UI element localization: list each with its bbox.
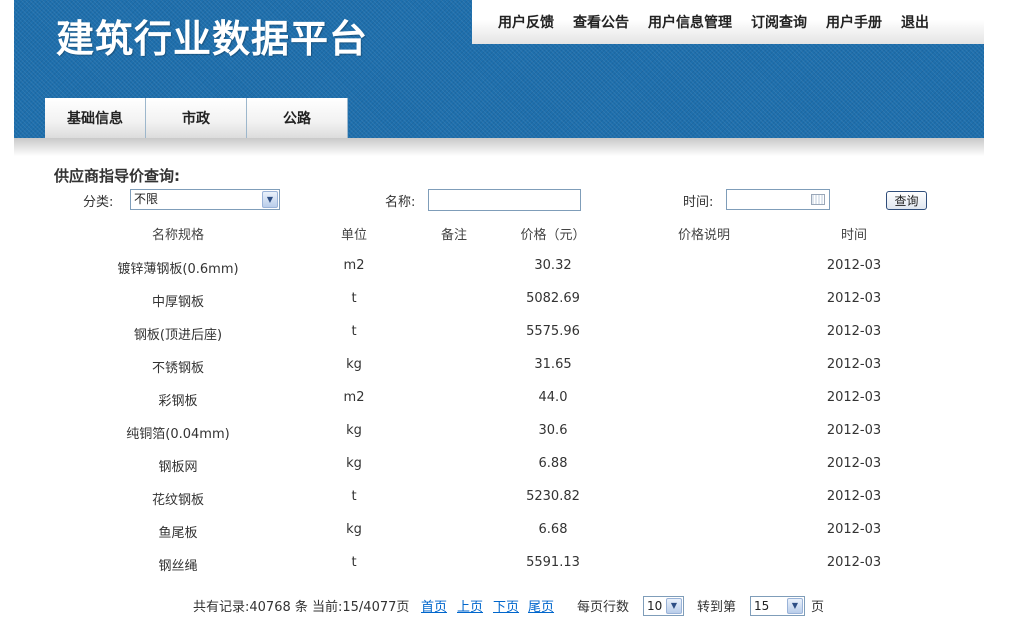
- section-title: 供应商指导价查询:: [54, 167, 180, 185]
- cell-price: 5230.82: [526, 489, 580, 504]
- header-price-desc: 价格说明: [677, 228, 730, 243]
- calendar-icon[interactable]: [811, 194, 825, 205]
- cell-unit: m2: [343, 390, 365, 405]
- cell-price: 30.32: [534, 258, 572, 273]
- cell-price: 6.88: [538, 456, 568, 471]
- cell-unit: t: [351, 555, 357, 570]
- category-select-value: 不限: [134, 192, 159, 206]
- cell-name: 钢板(顶进后座): [133, 328, 223, 343]
- goto-page-value: 15: [754, 599, 770, 613]
- pager-next[interactable]: 下页: [493, 596, 519, 615]
- cell-price: 44.0: [538, 390, 568, 405]
- time-input[interactable]: [726, 189, 830, 210]
- cell-price: 5575.96: [526, 324, 580, 339]
- cell-price: 31.65: [534, 357, 572, 372]
- cell-price: 5591.13: [526, 555, 580, 570]
- chevron-down-icon: ▼: [666, 598, 682, 614]
- chevron-down-icon: ▼: [787, 598, 803, 614]
- cell-time: 2012-03: [826, 324, 882, 339]
- category-label: 分类:: [83, 195, 114, 210]
- cell-time: 2012-03: [826, 522, 882, 537]
- rows-per-page-label: 每页行数: [577, 600, 630, 615]
- cell-unit: kg: [346, 456, 362, 471]
- name-input[interactable]: [428, 189, 581, 211]
- cell-unit: t: [351, 291, 357, 306]
- nav-feedback[interactable]: 用户反馈: [498, 12, 554, 32]
- cell-time: 2012-03: [826, 555, 882, 570]
- cell-name: 钢丝绳: [158, 559, 198, 574]
- cell-time: 2012-03: [826, 390, 882, 405]
- cell-unit: t: [351, 489, 357, 504]
- cell-unit: kg: [346, 357, 362, 372]
- tab-municipal[interactable]: 市政: [146, 98, 247, 138]
- goto-page-select[interactable]: 15 ▼: [750, 596, 805, 616]
- nav-announcements[interactable]: 查看公告: [573, 12, 629, 32]
- pager-summary: 共有记录:40768 条 当前:15/4077页: [193, 600, 410, 615]
- cell-unit: m2: [343, 258, 365, 273]
- top-nav: 用户反馈 查看公告 用户信息管理 订阅查询 用户手册 退出: [472, 0, 984, 44]
- pager-last[interactable]: 尾页: [528, 596, 554, 615]
- nav-logout[interactable]: 退出: [901, 12, 929, 32]
- cell-time: 2012-03: [826, 291, 882, 306]
- header-unit: 单位: [340, 228, 367, 243]
- cell-name: 彩钢板: [158, 394, 198, 409]
- cell-price: 5082.69: [526, 291, 580, 306]
- pager-first[interactable]: 首页: [421, 596, 447, 615]
- pager-prev[interactable]: 上页: [457, 596, 483, 615]
- rows-per-page-value: 10: [647, 599, 663, 613]
- cell-unit: t: [351, 324, 357, 339]
- query-button[interactable]: 查询: [886, 191, 927, 210]
- cell-unit: kg: [346, 522, 362, 537]
- name-label: 名称:: [385, 195, 416, 210]
- nav-subscription[interactable]: 订阅查询: [751, 12, 807, 32]
- cell-unit: kg: [346, 423, 362, 438]
- goto-label: 转到第: [697, 600, 737, 615]
- cell-time: 2012-03: [826, 258, 882, 273]
- cell-name: 钢板网: [158, 460, 198, 475]
- cell-name: 中厚钢板: [151, 295, 204, 310]
- cell-price: 30.6: [538, 423, 568, 438]
- cell-time: 2012-03: [826, 423, 882, 438]
- cell-name: 花纹钢板: [151, 493, 204, 508]
- category-select[interactable]: 不限 ▼: [130, 189, 280, 210]
- cell-time: 2012-03: [826, 357, 882, 372]
- tab-highway[interactable]: 公路: [247, 98, 348, 138]
- header-shadow: [14, 138, 984, 156]
- page-suffix: 页: [811, 600, 825, 615]
- cell-price: 6.68: [538, 522, 568, 537]
- cell-name: 纯铜箔(0.04mm): [126, 427, 230, 442]
- main-tabs: 基础信息 市政 公路: [45, 98, 348, 138]
- header-name: 名称规格: [151, 228, 204, 243]
- cell-name: 不锈钢板: [151, 361, 204, 376]
- time-label: 时间:: [683, 195, 714, 210]
- cell-name: 鱼尾板: [158, 526, 198, 541]
- chevron-down-icon: ▼: [262, 191, 278, 208]
- cell-time: 2012-03: [826, 489, 882, 504]
- nav-user-info[interactable]: 用户信息管理: [648, 12, 732, 32]
- header-time: 时间: [840, 228, 867, 243]
- header-price: 价格（元）: [520, 228, 586, 243]
- cell-name: 镀锌薄钢板(0.6mm): [117, 262, 239, 277]
- rows-per-page-select[interactable]: 10 ▼: [643, 596, 684, 616]
- site-logo: 建筑行业数据平台: [56, 16, 369, 61]
- header-note: 备注: [440, 228, 467, 243]
- nav-manual[interactable]: 用户手册: [826, 12, 882, 32]
- tab-basic-info[interactable]: 基础信息: [45, 98, 146, 138]
- cell-time: 2012-03: [826, 456, 882, 471]
